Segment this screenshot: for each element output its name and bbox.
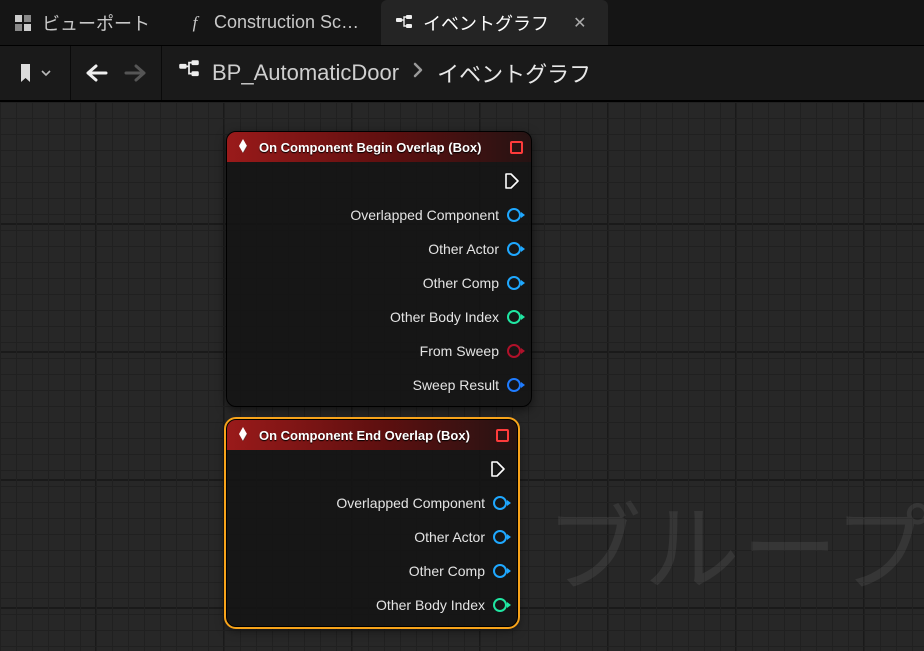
output-pin[interactable]: Other Comp [233, 272, 521, 294]
exec-pin-icon [503, 172, 521, 190]
tab-construction-script[interactable]: f Construction Sc… [172, 0, 381, 45]
chevron-down-icon [40, 67, 52, 79]
graph-icon [395, 14, 413, 32]
output-pin[interactable]: Overlapped Component [233, 204, 521, 226]
pin-label: Other Body Index [376, 597, 485, 613]
breadcrumb-leaf: イベントグラフ [437, 57, 591, 89]
pin-label: Other Body Index [390, 309, 499, 325]
pin-connector[interactable] [507, 378, 521, 392]
pin-label: Overlapped Component [336, 495, 485, 511]
output-pin[interactable]: Other Body Index [233, 594, 507, 616]
pin-connector[interactable] [507, 242, 521, 256]
exec-out-pin[interactable] [233, 170, 521, 192]
output-pin[interactable]: Other Actor [233, 238, 521, 260]
close-icon[interactable]: ✕ [573, 13, 586, 33]
tab-viewport[interactable]: ビューポート [0, 0, 172, 45]
pin-connector[interactable] [493, 598, 507, 612]
pin-connector[interactable] [493, 496, 507, 510]
output-pin[interactable]: Other Comp [233, 560, 507, 582]
tab-event-graph[interactable]: イベントグラフ ✕ [381, 0, 608, 45]
output-pin[interactable]: Overlapped Component [233, 492, 507, 514]
event-icon [235, 426, 251, 445]
pin-label: From Sweep [420, 343, 499, 359]
arrow-right-icon [122, 63, 148, 83]
node-header[interactable]: On Component End Overlap (Box) [227, 420, 517, 450]
pin-connector[interactable] [507, 344, 521, 358]
exec-out-pin[interactable] [233, 458, 507, 480]
pin-connector[interactable] [507, 310, 521, 324]
node-header[interactable]: On Component Begin Overlap (Box) [227, 132, 531, 162]
output-pin[interactable]: Other Actor [233, 526, 507, 548]
pin-connector[interactable] [507, 276, 521, 290]
event-node-begin[interactable]: On Component Begin Overlap (Box) Overlapp… [226, 131, 532, 407]
node-title: On Component End Overlap (Box) [259, 428, 470, 443]
output-pin[interactable]: Other Body Index [233, 306, 521, 328]
tab-label: Construction Sc… [214, 12, 359, 33]
pin-connector[interactable] [493, 564, 507, 578]
output-pin[interactable]: Sweep Result [233, 374, 521, 396]
pin-label: Other Comp [409, 563, 485, 579]
pin-connector[interactable] [493, 530, 507, 544]
delegate-pin[interactable] [510, 141, 523, 154]
bookmark-dropdown[interactable] [10, 62, 60, 84]
output-pin[interactable]: From Sweep [233, 340, 521, 362]
tab-label: ビューポート [42, 10, 150, 36]
nav-forward-button[interactable] [119, 57, 151, 89]
exec-pin-icon [489, 460, 507, 478]
chevron-right-icon [411, 60, 425, 86]
node-body: Overlapped Component Other Actor Other Com… [227, 450, 517, 626]
pin-label: Other Actor [414, 529, 485, 545]
graph-icon [178, 59, 200, 87]
event-icon [235, 138, 251, 157]
toolbar: BP_AutomaticDoor イベントグラフ [0, 46, 924, 102]
pin-label: Sweep Result [413, 377, 499, 393]
viewport-icon [14, 14, 32, 32]
pin-label: Other Comp [423, 275, 499, 291]
function-icon: f [186, 14, 204, 32]
bookmark-icon [18, 62, 36, 84]
nav-back-button[interactable] [81, 57, 113, 89]
event-node-end[interactable]: On Component End Overlap (Box) Overlapped… [226, 419, 518, 627]
tab-label: イベントグラフ [423, 10, 549, 36]
node-title: On Component Begin Overlap (Box) [259, 140, 481, 155]
graph-viewport[interactable]: ブループ On Component Begin Overlap (Box)Ove… [0, 102, 924, 651]
breadcrumb-blueprint[interactable]: BP_AutomaticDoor [212, 60, 399, 86]
node-body: Overlapped Component Other Actor Other Com… [227, 162, 531, 406]
delegate-pin[interactable] [496, 429, 509, 442]
pin-connector[interactable] [507, 208, 521, 222]
arrow-left-icon [84, 63, 110, 83]
tab-bar: ビューポート f Construction Sc… イベントグラフ ✕ [0, 0, 924, 46]
pin-label: Overlapped Component [350, 207, 499, 223]
breadcrumb: BP_AutomaticDoor イベントグラフ [172, 57, 591, 89]
pin-label: Other Actor [428, 241, 499, 257]
